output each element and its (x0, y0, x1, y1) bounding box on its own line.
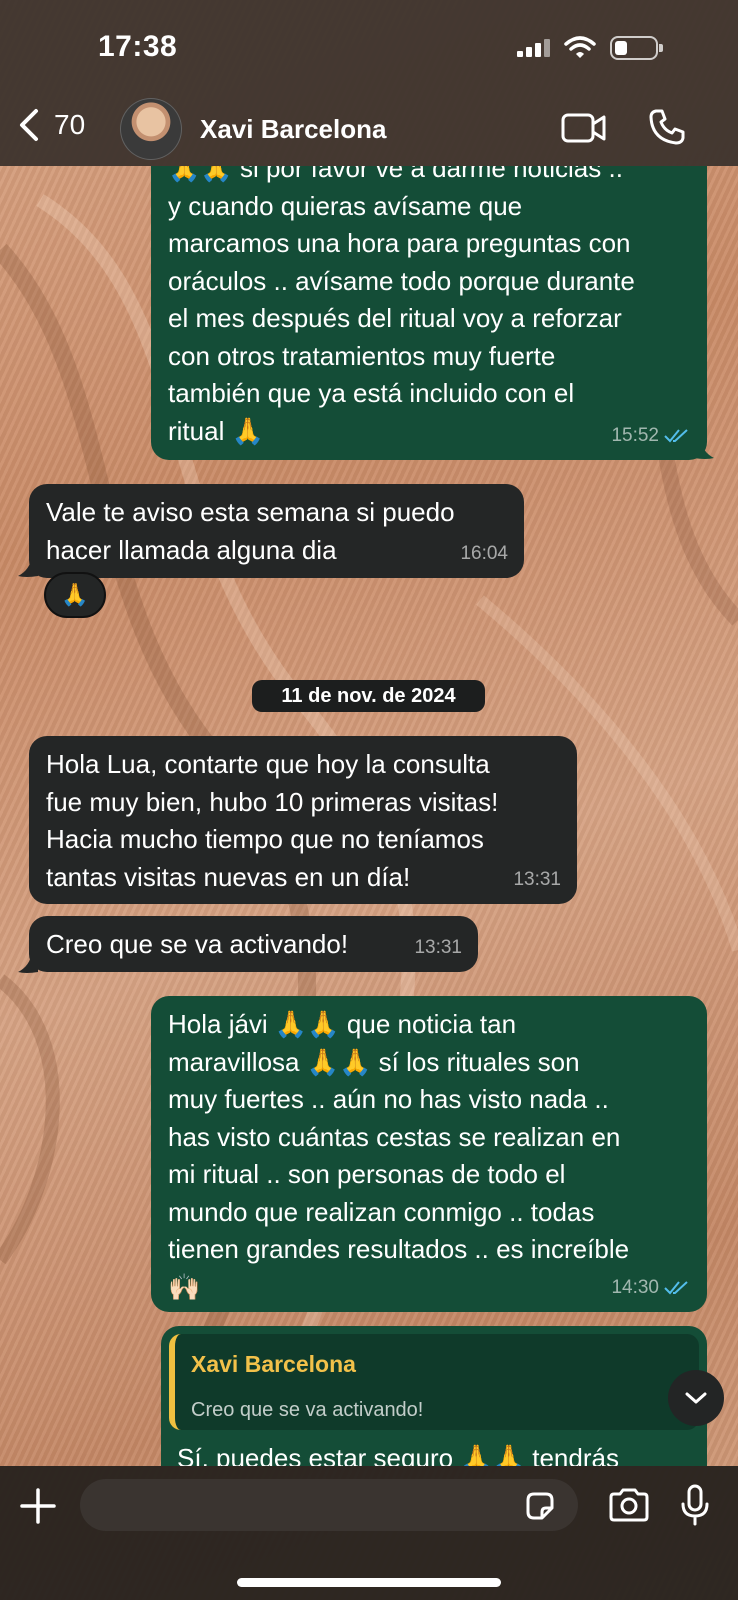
message-meta: 16:04 (460, 535, 508, 573)
chat-header: 70 Xavi Barcelona (0, 96, 738, 162)
reply-quote[interactable]: Xavi Barcelona Creo que se va activando! (169, 1334, 699, 1430)
message-time: 15:52 (611, 424, 659, 446)
message-bubble-incoming[interactable]: Creo que se va activando! 13:31 (29, 916, 478, 972)
message-time: 13:31 (513, 868, 561, 890)
message-line: Hola jávi 🙏🙏 que noticia tan (168, 1009, 517, 1039)
double-check-icon (664, 429, 688, 443)
battery-icon (610, 36, 663, 60)
message-line: tienen grandes resultados .. es increíbl… (168, 1234, 630, 1264)
bubble-tail (694, 438, 714, 459)
message-line: Sí, puedes estar seguro 🙏🙏 tendrás (177, 1443, 619, 1466)
message-meta: 13:31 (513, 861, 561, 899)
date-separator: 11 de nov. de 2024 (252, 680, 485, 712)
message-meta: 14:30 (611, 1269, 691, 1307)
message-line: y cuando quieras avísame que (168, 190, 523, 221)
message-line: Vale te aviso esta semana si puedo (46, 497, 455, 527)
message-bubble-incoming[interactable]: Vale te aviso esta semana si puedo hacer… (29, 484, 524, 578)
reply-quote-text: Creo que se va activando! (191, 1398, 424, 1421)
composer-bar (0, 1466, 738, 1600)
message-list[interactable]: 🙏🙏 si por favor ve a darme noticias .. y… (0, 166, 738, 1466)
message-line: has visto cuántas cestas se realizan en (168, 1121, 621, 1152)
cellular-signal-icon (517, 39, 550, 57)
sticker-icon[interactable] (524, 1490, 556, 1522)
back-button[interactable]: 70 (18, 108, 85, 142)
mic-icon[interactable] (680, 1484, 710, 1526)
message-line: Hacia mucho tiempo que no teníamos (46, 824, 484, 854)
double-check-icon (664, 1281, 688, 1295)
contact-name[interactable]: Xavi Barcelona (200, 114, 386, 145)
status-time: 17:38 (98, 30, 178, 63)
wifi-icon (564, 36, 596, 58)
message-line: hacer llamada alguna dia (46, 534, 337, 565)
message-line: muy fuertes .. aún no has visto nada .. (168, 1084, 609, 1114)
message-line: mundo que realizan conmigo .. todas (168, 1196, 595, 1227)
message-time: 13:31 (414, 936, 462, 958)
message-reaction[interactable]: 🙏 (44, 572, 106, 618)
message-bubble-incoming[interactable]: Hola Lua, contarte que hoy la consulta f… (29, 736, 577, 904)
top-bar: 17:38 70 Xavi Barcelona (0, 0, 738, 166)
bubble-tail (18, 952, 38, 973)
chevron-left-icon (20, 109, 38, 141)
avatar[interactable] (120, 98, 182, 160)
message-line: con otros tratamientos muy fuerte (168, 340, 556, 371)
message-line: tantas visitas nuevas en un día! (46, 861, 411, 892)
message-line: Creo que se va activando! (46, 929, 349, 959)
message-bubble-outgoing[interactable]: Hola jávi 🙏🙏 que noticia tan maravillosa… (151, 996, 707, 1312)
video-camera-icon[interactable] (561, 112, 607, 144)
status-indicators (517, 36, 663, 60)
message-input[interactable] (80, 1479, 578, 1531)
message-line: marcamos una hora para preguntas con (168, 228, 631, 258)
phone-icon[interactable] (648, 108, 686, 146)
message-line: el mes después del ritual voy a reforzar (168, 303, 622, 333)
reaction-emoji: 🙏 (61, 582, 89, 608)
plus-icon[interactable] (20, 1488, 56, 1524)
message-meta: 15:52 (611, 417, 691, 455)
message-line: mi ritual .. son personas de todo el (168, 1159, 566, 1189)
scroll-to-bottom-button[interactable] (668, 1370, 724, 1426)
message-line: 🙏🙏 si por favor ve a darme noticias .. (168, 166, 623, 183)
message-line: oráculos .. avísame todo porque durante (168, 265, 635, 296)
unread-count: 70 (54, 109, 86, 140)
home-indicator (237, 1578, 501, 1587)
message-time: 14:30 (611, 1276, 659, 1298)
message-line: Hola Lua, contarte que hoy la consulta (46, 749, 490, 779)
chevron-down-icon (685, 1392, 707, 1404)
message-line: también que ya está incluido con el (168, 378, 575, 408)
message-time: 16:04 (460, 542, 508, 564)
message-bubble-outgoing[interactable]: Xavi Barcelona Creo que se va activando!… (161, 1326, 707, 1466)
message-meta: 13:31 (414, 929, 462, 967)
reply-quote-author: Xavi Barcelona (191, 1351, 356, 1377)
message-line: fue muy bien, hubo 10 primeras visitas! (46, 786, 499, 817)
message-bubble-outgoing[interactable]: 🙏🙏 si por favor ve a darme noticias .. y… (151, 166, 707, 460)
camera-icon[interactable] (608, 1488, 650, 1522)
message-line: maravillosa 🙏🙏 sí los rituales son (168, 1046, 580, 1077)
bubble-tail (18, 556, 38, 577)
